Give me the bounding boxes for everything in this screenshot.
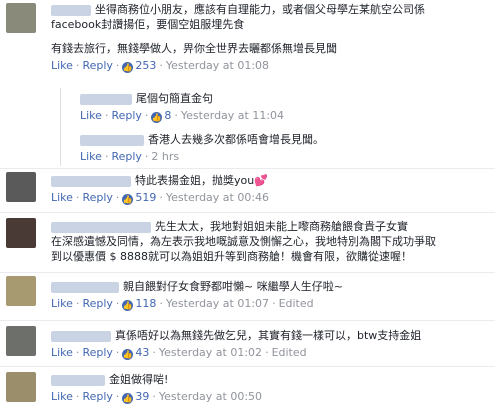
like-count[interactable]: 519 xyxy=(135,191,156,204)
thumbs-up-icon: 👍 xyxy=(122,349,134,360)
like-count[interactable]: 118 xyxy=(135,297,156,310)
timestamp[interactable]: Yesterday at 01:08 xyxy=(166,59,269,72)
comment-meta: Like · Reply · 👍 519 · Yesterday at 00:46 xyxy=(51,191,270,205)
thumbs-up-icon: 👍 xyxy=(122,393,134,404)
comment-text-line: 親自餵對仔女食野都咁懶~ 咪繼學人生仔啦~ xyxy=(123,280,343,293)
reply-button[interactable]: Reply xyxy=(82,191,112,204)
reply-button[interactable]: Reply xyxy=(111,150,141,163)
comment-text-line: 真係唔好以為無錢先做乞兒，其實有錢一樣可以，btw支持金姐 xyxy=(115,329,422,342)
avatar[interactable] xyxy=(6,372,36,402)
comment-meta: Like · Reply · 👍 43 · Yesterday at 01:02 · Edited xyxy=(51,346,307,360)
comment-text-line: 在深感遺憾及同情，為左表示我地嘅誠意及惻懈之心，我地特別為閣下成功爭取 xyxy=(51,235,436,248)
avatar[interactable] xyxy=(6,172,36,202)
comment-meta: Like · Reply · 👍 39 · Yesterday at 00:50 xyxy=(51,390,263,404)
reply-button[interactable]: Reply xyxy=(82,297,112,310)
comment-text-line: 特此表揚金姐，抛獎you xyxy=(135,174,255,187)
reply-button[interactable]: Reply xyxy=(82,59,112,72)
commenter-name[interactable] xyxy=(51,221,151,233)
divider xyxy=(0,320,495,321)
commenter-name[interactable] xyxy=(80,134,144,146)
heart-icon: 💕 xyxy=(254,174,268,187)
like-button[interactable]: Like xyxy=(80,150,102,163)
like-count[interactable]: 253 xyxy=(135,59,156,72)
comment-text-line: 先生太太，我地對姐姐未能上嚟商務艙餵食貴子女實 xyxy=(155,220,408,233)
commenter-name[interactable] xyxy=(80,93,132,105)
comment-text-line: facebook封讚揚佢，要個空姐服埋先食 xyxy=(51,18,245,31)
thumbs-up-icon: 👍 xyxy=(122,62,134,73)
edited-label[interactable]: Edited xyxy=(279,297,314,310)
avatar[interactable] xyxy=(6,3,36,33)
like-button[interactable]: Like xyxy=(51,191,73,204)
divider xyxy=(0,366,495,367)
like-count[interactable]: 39 xyxy=(135,390,149,403)
reply-thread-line xyxy=(60,88,61,166)
thumbs-up-icon: 👍 xyxy=(122,300,134,311)
commenter-name[interactable] xyxy=(51,175,131,187)
divider xyxy=(0,212,495,213)
commenter-name[interactable] xyxy=(51,374,105,386)
comment-meta: Like · Reply · 👍 8 · Yesterday at 11:04 xyxy=(80,109,285,123)
comment-text-line: 到以優惠價 $ 8888就可以為姐姐升等到商務艙！機會有限，欲購從速喔！ xyxy=(51,250,412,263)
comment-text-line: 尾個句簡直金句 xyxy=(136,92,213,105)
reply-button[interactable]: Reply xyxy=(82,346,112,359)
timestamp[interactable]: Yesterday at 00:46 xyxy=(166,191,269,204)
like-button[interactable]: Like xyxy=(51,390,73,403)
comment-meta: Like · Reply · 2 hrs xyxy=(80,150,180,163)
avatar[interactable] xyxy=(6,326,36,356)
like-button[interactable]: Like xyxy=(51,297,73,310)
comment-meta: Like · Reply · 👍 253 · Yesterday at 01:08 xyxy=(51,59,270,73)
comment-text-line: 有錢去旅行，無錢學做人，畀你全世界去曬都係無增長見聞 xyxy=(51,42,337,55)
commenter-name[interactable] xyxy=(51,281,119,293)
comment-text-line: 金姐做得啱! xyxy=(109,373,169,386)
timestamp[interactable]: 2 hrs xyxy=(151,150,179,163)
edited-label[interactable]: Edited xyxy=(272,346,307,359)
timestamp[interactable]: Yesterday at 11:04 xyxy=(181,109,284,122)
like-count[interactable]: 8 xyxy=(164,109,171,122)
divider xyxy=(0,272,495,273)
timestamp[interactable]: Yesterday at 01:02 xyxy=(159,346,262,359)
like-button[interactable]: Like xyxy=(51,59,73,72)
timestamp[interactable]: Yesterday at 01:07 xyxy=(166,297,269,310)
comment-text-line: 坐得商務位小朋友，應該有自理能力，或者個父母學左某航空公司係 xyxy=(95,3,425,16)
like-button[interactable]: Like xyxy=(80,109,102,122)
commenter-name[interactable] xyxy=(51,330,111,342)
commenter-name[interactable] xyxy=(51,4,91,16)
timestamp[interactable]: Yesterday at 00:50 xyxy=(159,390,262,403)
thumbs-up-icon: 👍 xyxy=(122,194,134,205)
comment-text-line: 香港人去幾多次都係唔會增長見聞。 xyxy=(148,133,324,146)
like-count[interactable]: 43 xyxy=(135,346,149,359)
avatar[interactable] xyxy=(6,218,36,248)
comment-meta: Like · Reply · 👍 118 · Yesterday at 01:07 · Edite… xyxy=(51,297,314,311)
like-button[interactable]: Like xyxy=(51,346,73,359)
reply-button[interactable]: Reply xyxy=(82,390,112,403)
reply-button[interactable]: Reply xyxy=(111,109,141,122)
thumbs-up-icon: 👍 xyxy=(151,112,163,123)
avatar[interactable] xyxy=(6,276,36,306)
divider xyxy=(0,168,495,169)
